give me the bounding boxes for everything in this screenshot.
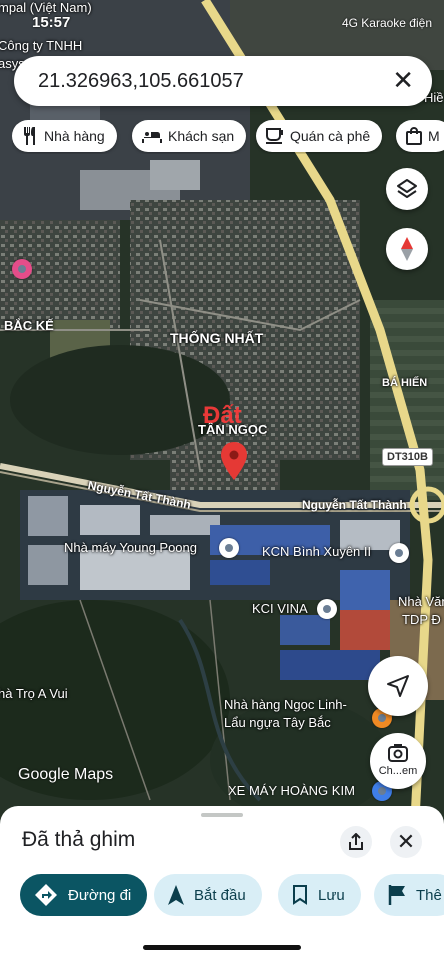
bookmark-icon — [293, 885, 307, 905]
chip-label: Nhà hàng — [44, 128, 105, 144]
poi-label-kci-vina[interactable]: KCI VINA — [252, 601, 308, 616]
layers-button[interactable] — [386, 168, 428, 210]
chip-cafes[interactable]: Quán cà phê — [256, 120, 383, 152]
bottom-sheet: Đã thả ghim ✕ Đường đi Bắt đầu Lưu Thê — [0, 806, 444, 960]
poi-label-kcn[interactable]: KCN Bình Xuyên II — [262, 544, 371, 559]
industrial-park-pin-icon[interactable] — [389, 543, 409, 563]
highway-label: DT310B — [387, 451, 428, 463]
status-indicators: 4G Karaoke điện — [341, 16, 432, 30]
add-label-text: Thê — [416, 886, 442, 904]
poi-label-xe-may[interactable]: XE MÁY HOÀNG KIM — [228, 783, 355, 798]
company-pin-icon[interactable] — [317, 599, 337, 619]
highway-shield: DT310B — [382, 448, 433, 466]
camera-lens-icon — [388, 744, 408, 762]
poi-label-nha-hang-2[interactable]: Lẩu ngựa Tây Bắc — [224, 715, 331, 730]
area-label-thong-nhat: THỐNG NHẤT — [170, 330, 264, 346]
chip-label: Khách sạn — [168, 128, 235, 144]
start-label: Bắt đầu — [194, 886, 246, 904]
poi-label-young-poong[interactable]: Nhà máy Young Poong — [64, 540, 197, 555]
poi-label-nha-van[interactable]: Nhà Văn — [398, 594, 444, 609]
factory-pin-icon[interactable] — [219, 538, 239, 558]
map-label-ampal: mpal (Việt Nam) — [0, 0, 92, 15]
lens-button[interactable]: Ch...em — [370, 733, 426, 789]
chip-restaurants[interactable]: Nhà hàng — [12, 120, 117, 152]
status-time: 15:57 — [32, 14, 71, 31]
layers-icon — [397, 179, 417, 198]
poi-label-tdp[interactable]: TDP Đ — [402, 612, 441, 627]
action-buttons: Đường đi Bắt đầu Lưu Thê — [0, 874, 444, 918]
search-bar[interactable]: 21.326963,105.661057 ✕ — [14, 56, 432, 106]
share-button[interactable] — [340, 826, 372, 858]
chip-label: Quán cà phê — [290, 128, 371, 144]
close-icon: ✕ — [396, 829, 416, 854]
sheet-title: Đã thả ghim — [22, 828, 136, 851]
poi-label-nha-tro[interactable]: hà Trọ A Vui — [0, 686, 68, 701]
home-indicator — [143, 945, 301, 950]
google-maps-logo: Google Maps — [18, 766, 114, 783]
restaurant-icon — [24, 127, 35, 145]
hotel-icon — [142, 130, 162, 143]
location-arrow-icon — [387, 675, 409, 697]
start-button[interactable]: Bắt đầu — [154, 874, 262, 916]
directions-label: Đường đi — [68, 886, 132, 904]
map-label-cong-ty: Công ty TNHH — [0, 38, 83, 53]
category-chips: Nhà hàng Khách sạn Quán cà phê M — [12, 120, 444, 154]
hotel-pin-icon[interactable] — [12, 259, 32, 279]
shopping-bag-icon — [406, 127, 422, 145]
directions-button[interactable]: Đường đi — [20, 874, 148, 916]
compass-icon — [401, 237, 413, 261]
save-label: Lưu — [318, 886, 345, 904]
my-location-button[interactable] — [368, 656, 428, 716]
compass-button[interactable] — [386, 228, 428, 270]
navigation-arrow-icon — [168, 885, 184, 905]
save-button[interactable]: Lưu — [278, 874, 361, 916]
area-label-ba-hien: BÁ HIẾN — [382, 377, 428, 389]
poi-label-nha-hang-1[interactable]: Nhà hàng Ngọc Linh- — [224, 697, 347, 712]
close-search-icon[interactable]: ✕ — [392, 66, 414, 94]
flag-icon — [388, 885, 405, 905]
road-label-nguyen-tat-thanh-east: Nguyễn Tất Thành — [302, 498, 407, 512]
add-label-button[interactable]: Thê — [374, 874, 444, 916]
search-input[interactable]: 21.326963,105.661057 — [38, 70, 244, 93]
overlay-text-dat: Đất — [203, 402, 242, 429]
close-sheet-button[interactable]: ✕ — [390, 826, 422, 858]
directions-icon — [35, 884, 57, 906]
area-label-bac-ke: BẮC KẾ — [4, 318, 54, 333]
sheet-drag-handle[interactable] — [201, 813, 243, 817]
chip-hotels[interactable]: Khách sạn — [132, 120, 247, 152]
chip-shopping[interactable]: M — [396, 120, 444, 152]
coffee-icon — [266, 128, 283, 144]
chip-label: M — [428, 128, 440, 144]
share-icon — [349, 833, 363, 850]
lens-label: Ch...em — [378, 765, 418, 777]
dropped-pin-icon[interactable] — [221, 442, 247, 480]
